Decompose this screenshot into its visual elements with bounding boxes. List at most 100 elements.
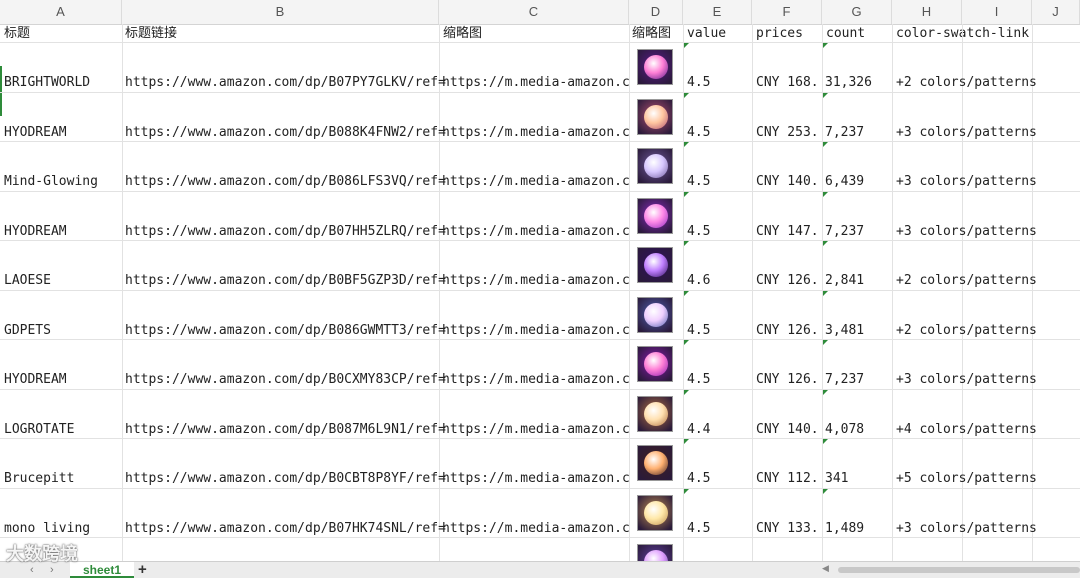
cell-price[interactable]: CNY 126. bbox=[756, 371, 819, 389]
header-prices[interactable]: prices bbox=[756, 25, 803, 43]
cell-price[interactable]: CNY 168. bbox=[756, 74, 819, 92]
column-header-g[interactable]: G bbox=[822, 0, 892, 24]
cell-title-link[interactable]: https://www.amazon.com/dp/B07HK74SNL/ref… bbox=[125, 520, 446, 538]
cell-price[interactable]: CNY 126. bbox=[756, 272, 819, 290]
cell-thumbnail-url[interactable]: https://m.media-amazon.c bbox=[442, 272, 630, 290]
column-header-j[interactable]: J bbox=[1032, 0, 1080, 24]
column-header-e[interactable]: E bbox=[683, 0, 752, 24]
thumbnail-image[interactable] bbox=[637, 346, 673, 382]
cell-title-link[interactable]: https://www.amazon.com/dp/B0CXMY83CP/ref… bbox=[125, 371, 446, 389]
header-title-link[interactable]: 标题链接 bbox=[125, 25, 177, 43]
thumbnail-image[interactable] bbox=[637, 99, 673, 135]
cell-title-link[interactable]: https://www.amazon.com/dp/B086GWMTT3/ref… bbox=[125, 322, 446, 340]
spreadsheet-grid[interactable]: 标题 标题链接 缩略图 缩略图 value prices count color… bbox=[0, 24, 1080, 561]
cell-title[interactable]: Mind-Glowing bbox=[4, 173, 98, 191]
cell-count[interactable]: 341 bbox=[825, 470, 848, 488]
cell-count[interactable]: 7,237 bbox=[825, 371, 864, 389]
cell-title-link[interactable]: https://www.amazon.com/dp/B07PY7GLKV/ref… bbox=[125, 74, 446, 92]
cell-value[interactable]: 4.5 bbox=[687, 223, 710, 241]
cell-thumbnail-url[interactable]: https://m.media-amazon.c bbox=[442, 520, 630, 538]
cell-color-swatch[interactable]: +4 colors/patterns bbox=[896, 421, 1037, 439]
thumbnail-image[interactable] bbox=[637, 198, 673, 234]
cell-title-link[interactable]: https://www.amazon.com/dp/B086LFS3VQ/ref… bbox=[125, 173, 446, 191]
thumbnail-image[interactable] bbox=[637, 148, 673, 184]
cell-count[interactable]: 2,841 bbox=[825, 272, 864, 290]
cell-count[interactable]: 6,439 bbox=[825, 173, 864, 191]
column-header-a[interactable]: A bbox=[0, 0, 122, 24]
cell-title-link[interactable]: https://www.amazon.com/dp/B0BF5GZP3D/ref… bbox=[125, 272, 446, 290]
column-header-d[interactable]: D bbox=[629, 0, 683, 24]
cell-title[interactable]: BRIGHTWORLD bbox=[4, 74, 90, 92]
cell-title[interactable]: HYODREAM bbox=[4, 371, 67, 389]
cell-count[interactable]: 1,489 bbox=[825, 520, 864, 538]
cell-value[interactable]: 4.4 bbox=[687, 421, 710, 439]
header-title[interactable]: 标题 bbox=[4, 25, 30, 43]
cell-thumbnail-url[interactable]: https://m.media-amazon.c bbox=[442, 470, 630, 488]
column-header-h[interactable]: H bbox=[892, 0, 962, 24]
scroll-left-icon[interactable]: ◀ bbox=[822, 563, 829, 574]
cell-title[interactable]: LOGROTATE bbox=[4, 421, 74, 439]
cell-price[interactable]: CNY 112. bbox=[756, 470, 819, 488]
cell-value[interactable]: 4.5 bbox=[687, 520, 710, 538]
cell-count[interactable]: 3,481 bbox=[825, 322, 864, 340]
cell-title-link[interactable]: https://www.amazon.com/dp/B087M6L9N1/ref… bbox=[125, 421, 446, 439]
cell-price[interactable]: CNY 253. bbox=[756, 124, 819, 142]
cell-title-link[interactable]: https://www.amazon.com/dp/B07HH5ZLRQ/ref… bbox=[125, 223, 446, 241]
cell-value[interactable]: 4.5 bbox=[687, 74, 710, 92]
column-header-i[interactable]: I bbox=[962, 0, 1032, 24]
cell-count[interactable]: 31,326 bbox=[825, 74, 872, 92]
cell-title[interactable]: HYODREAM bbox=[4, 124, 67, 142]
cell-title[interactable]: HYODREAM bbox=[4, 223, 67, 241]
thumbnail-image[interactable] bbox=[637, 445, 673, 481]
cell-color-swatch[interactable]: +3 colors/patterns bbox=[896, 124, 1037, 142]
cell-color-swatch[interactable]: +2 colors/patterns bbox=[896, 272, 1037, 290]
column-header-b[interactable]: B bbox=[122, 0, 439, 24]
cell-color-swatch[interactable]: +2 colors/patterns bbox=[896, 322, 1037, 340]
cell-value[interactable]: 4.5 bbox=[687, 173, 710, 191]
sheet-tab-sheet1[interactable]: sheet1 bbox=[70, 562, 134, 578]
cell-title[interactable]: GDPETS bbox=[4, 322, 51, 340]
cell-title-link[interactable]: https://www.amazon.com/dp/B0CBT8P8YF/ref… bbox=[125, 470, 446, 488]
cell-value[interactable]: 4.5 bbox=[687, 322, 710, 340]
cell-title[interactable]: Brucepitt bbox=[4, 470, 74, 488]
scrollbar-thumb[interactable] bbox=[838, 567, 1080, 573]
cell-color-swatch[interactable]: +3 colors/patterns bbox=[896, 173, 1037, 191]
cell-color-swatch[interactable]: +2 colors/patterns bbox=[896, 74, 1037, 92]
add-sheet-button[interactable]: + bbox=[138, 562, 147, 578]
cell-thumbnail-url[interactable]: https://m.media-amazon.c bbox=[442, 421, 630, 439]
cell-price[interactable]: CNY 140. bbox=[756, 173, 819, 191]
cell-color-swatch[interactable]: +3 colors/patterns bbox=[896, 223, 1037, 241]
thumbnail-image[interactable] bbox=[637, 495, 673, 531]
cell-color-swatch[interactable]: +3 colors/patterns bbox=[896, 520, 1037, 538]
cell-price[interactable]: CNY 133. bbox=[756, 520, 819, 538]
cell-title[interactable]: LAOESE bbox=[4, 272, 51, 290]
cell-title[interactable]: mono living bbox=[4, 520, 90, 538]
cell-value[interactable]: 4.5 bbox=[687, 470, 710, 488]
cell-count[interactable]: 7,237 bbox=[825, 124, 864, 142]
cell-thumbnail-url[interactable]: https://m.media-amazon.c bbox=[442, 124, 630, 142]
header-thumbnail[interactable]: 缩略图 bbox=[443, 25, 482, 43]
thumbnail-image[interactable] bbox=[637, 49, 673, 85]
header-value[interactable]: value bbox=[687, 25, 726, 43]
cell-color-swatch[interactable]: +5 colors/patterns bbox=[896, 470, 1037, 488]
cell-color-swatch[interactable]: +3 colors/patterns bbox=[896, 371, 1037, 389]
cell-price[interactable]: CNY 140. bbox=[756, 421, 819, 439]
cell-thumbnail-url[interactable]: https://m.media-amazon.c bbox=[442, 371, 630, 389]
thumbnail-image[interactable] bbox=[637, 297, 673, 333]
horizontal-scrollbar[interactable]: ◀ bbox=[810, 563, 1080, 574]
cell-thumbnail-url[interactable]: https://m.media-amazon.c bbox=[442, 322, 630, 340]
cell-value[interactable]: 4.5 bbox=[687, 124, 710, 142]
cell-value[interactable]: 4.6 bbox=[687, 272, 710, 290]
cell-title-link[interactable]: https://www.amazon.com/dp/B088K4FNW2/ref… bbox=[125, 124, 446, 142]
cell-count[interactable]: 4,078 bbox=[825, 421, 864, 439]
header-count[interactable]: count bbox=[826, 25, 865, 43]
header-thumbnail-image[interactable]: 缩略图 bbox=[632, 25, 671, 43]
cell-price[interactable]: CNY 147. bbox=[756, 223, 819, 241]
thumbnail-image[interactable] bbox=[637, 396, 673, 432]
cell-thumbnail-url[interactable]: https://m.media-amazon.c bbox=[442, 74, 630, 92]
thumbnail-image[interactable] bbox=[637, 544, 673, 561]
column-header-c[interactable]: C bbox=[439, 0, 629, 24]
column-header-f[interactable]: F bbox=[752, 0, 822, 24]
thumbnail-image[interactable] bbox=[637, 247, 673, 283]
cell-price[interactable]: CNY 126. bbox=[756, 322, 819, 340]
